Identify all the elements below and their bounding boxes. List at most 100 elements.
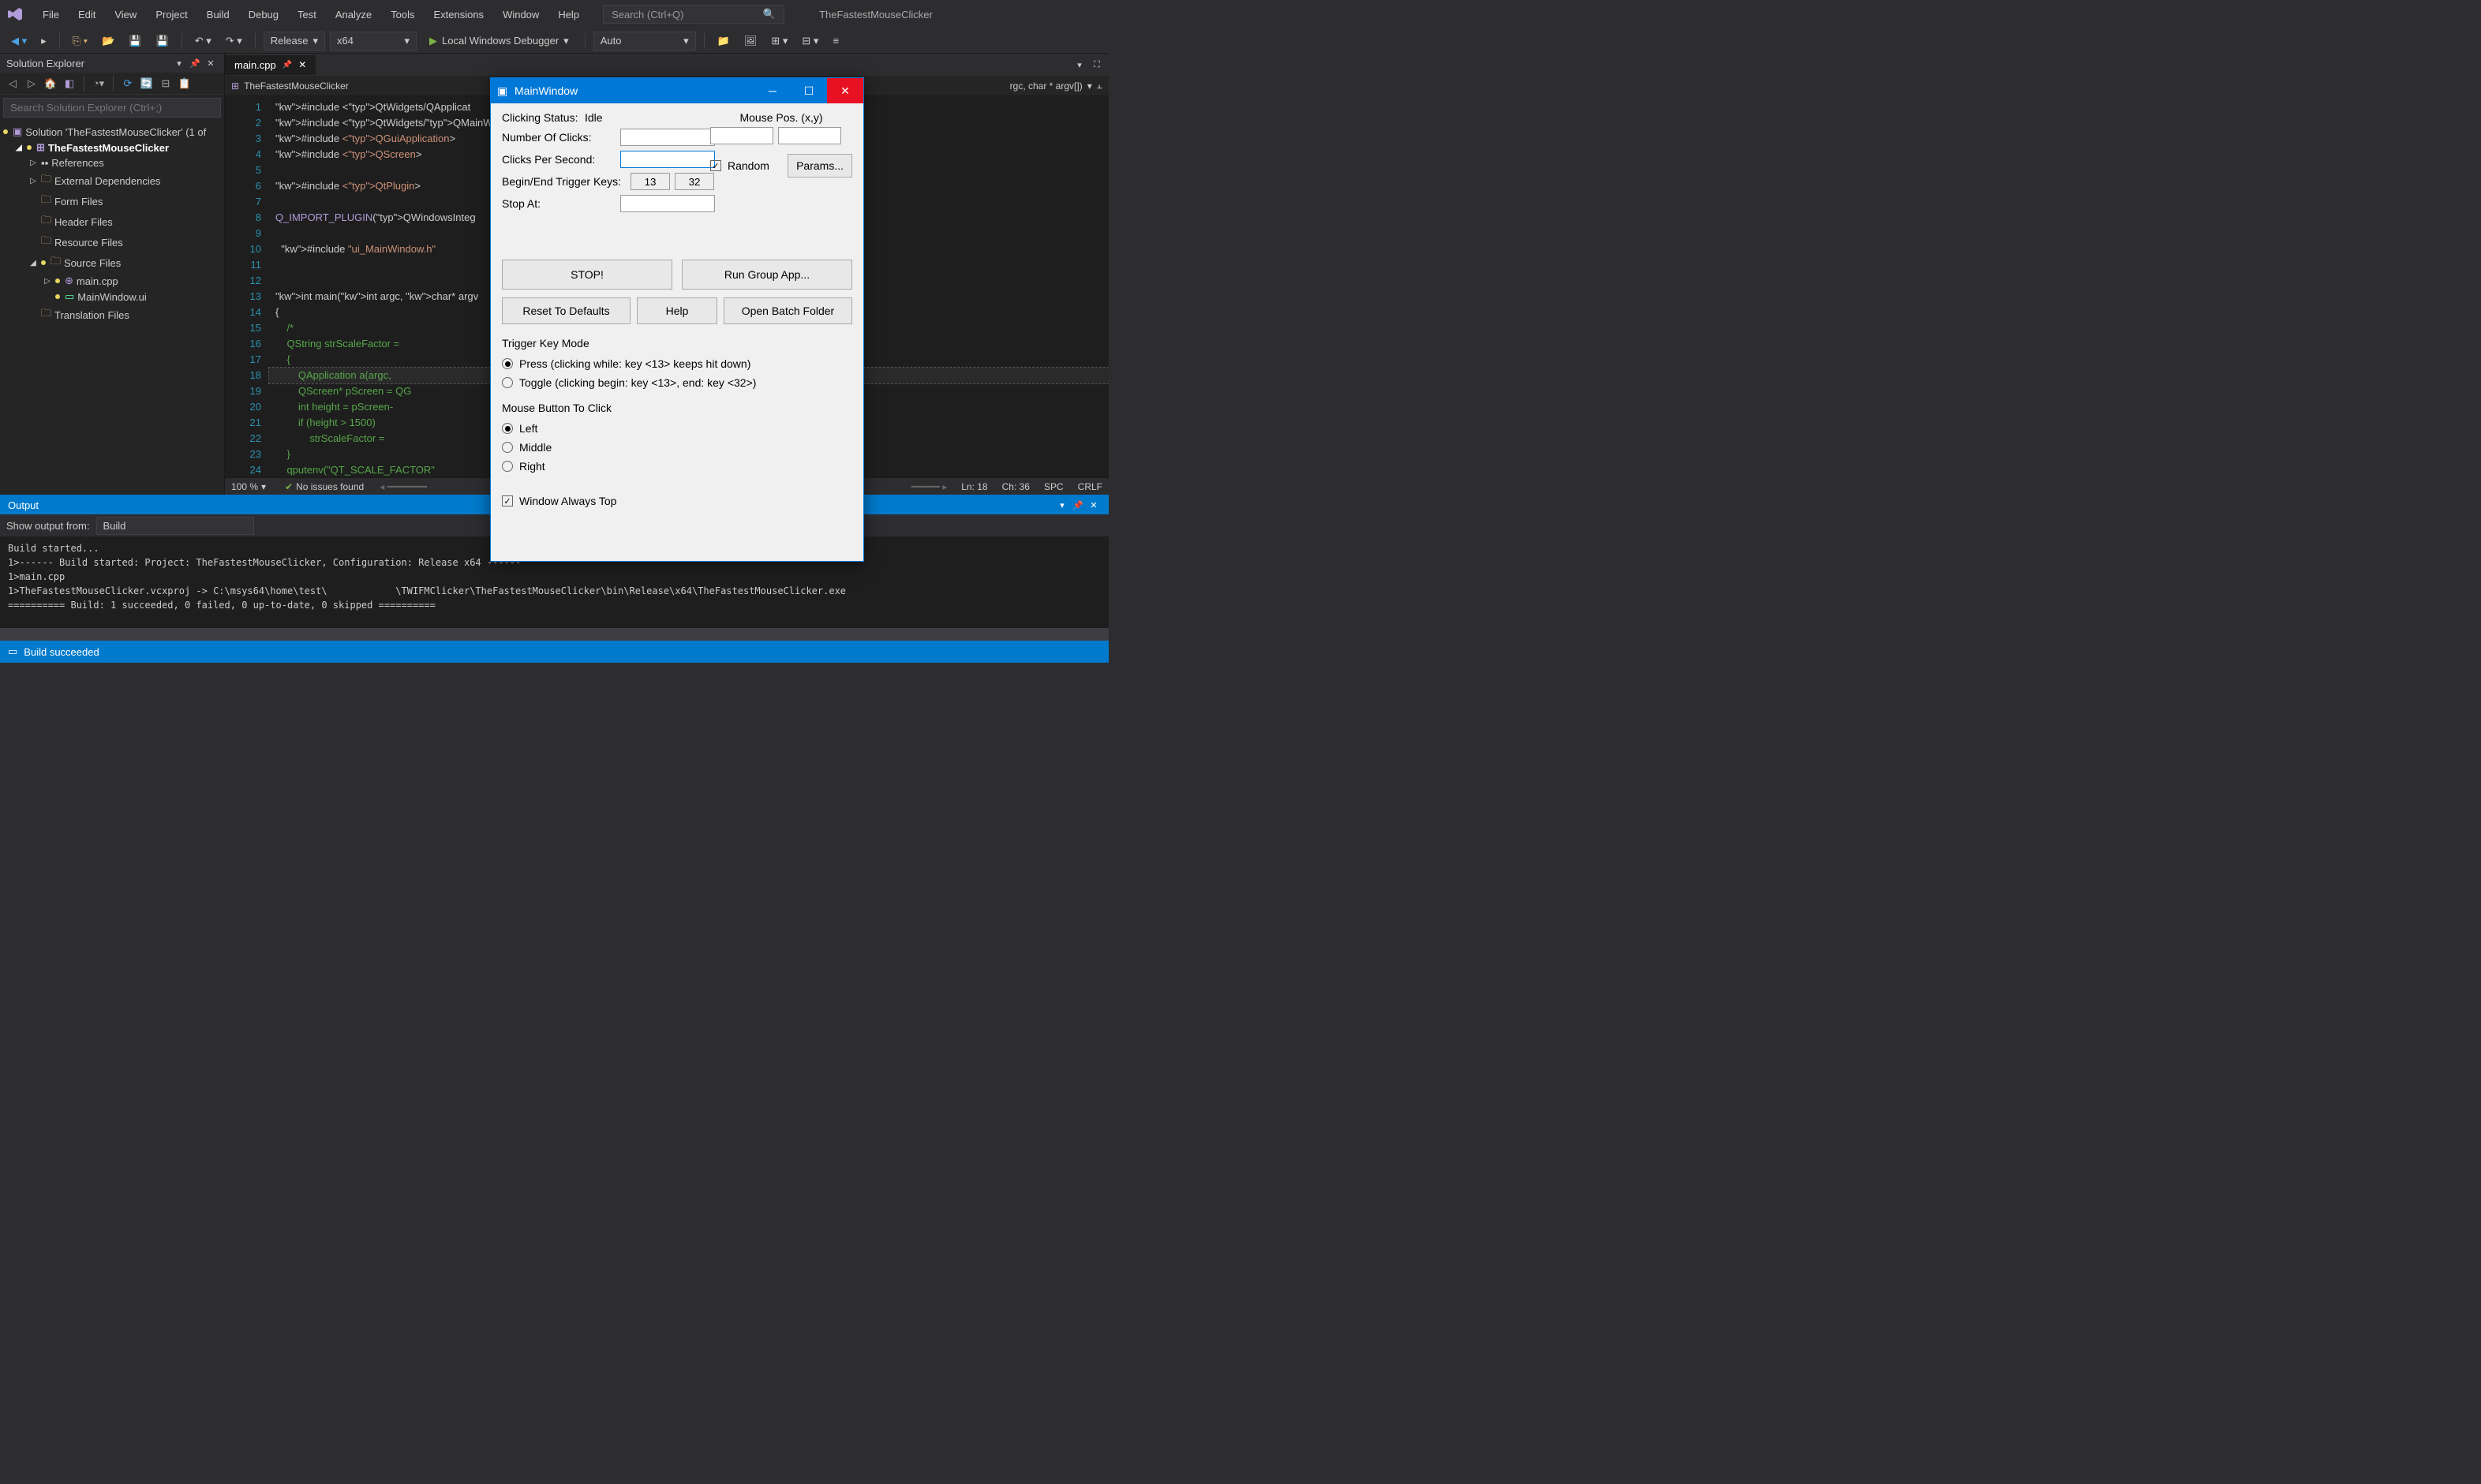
redo-button[interactable]: ↷ ▾ <box>221 32 247 50</box>
menu-tools[interactable]: Tools <box>383 6 422 24</box>
new-project-button[interactable]: ⎘ ▾ <box>68 32 92 50</box>
indent-mode[interactable]: SPC <box>1044 481 1064 492</box>
switch-views-icon[interactable]: ◧ <box>62 76 77 92</box>
toolbar-btn-4[interactable]: ⊟ ▾ <box>797 32 823 50</box>
tree-translation-files[interactable]: 🗀 Translation Files <box>0 305 224 325</box>
num-clicks-input[interactable] <box>620 129 715 146</box>
line-ending[interactable]: CRLF <box>1078 481 1102 492</box>
tree-project-node[interactable]: ◢ ⊞ TheFastestMouseClicker <box>0 140 224 155</box>
menu-edit[interactable]: Edit <box>70 6 103 24</box>
chevron-right-icon[interactable]: ▷ <box>28 159 38 168</box>
mouse-button-left[interactable]: Left <box>502 419 852 438</box>
params-button[interactable]: Params... <box>788 154 852 178</box>
menu-extensions[interactable]: Extensions <box>425 6 492 24</box>
mouse-x-input[interactable] <box>710 127 773 144</box>
close-icon[interactable]: ✕ <box>204 56 218 70</box>
dropdown-icon[interactable]: ▾ <box>1072 58 1087 72</box>
zoom-dropdown[interactable]: 100 %▾ <box>231 481 266 492</box>
close-icon[interactable]: ✕ <box>298 59 306 70</box>
tree-references[interactable]: ▷ ▪▪ References <box>0 155 224 170</box>
app-titlebar[interactable]: ▣ MainWindow ─ ☐ ✕ <box>491 78 863 103</box>
menu-window[interactable]: Window <box>495 6 547 24</box>
save-button[interactable]: 💾 <box>124 32 146 50</box>
maximize-button[interactable]: ☐ <box>791 78 827 103</box>
open-button[interactable]: 📂 <box>97 32 119 50</box>
menu-view[interactable]: View <box>107 6 144 24</box>
menu-test[interactable]: Test <box>290 6 324 24</box>
stop-at-input[interactable] <box>620 195 715 212</box>
breadcrumb-project[interactable]: TheFastestMouseClicker <box>244 80 349 92</box>
tree-resource-files[interactable]: 🗀 Resource Files <box>0 232 224 252</box>
issues-indicator[interactable]: ✔ No issues found <box>285 481 364 492</box>
solution-search-input[interactable] <box>3 98 221 118</box>
random-checkbox[interactable] <box>710 160 721 171</box>
trigger-mode-toggle[interactable]: Toggle (clicking begin: key <13>, end: k… <box>502 373 852 392</box>
stop-button[interactable]: STOP! <box>502 260 672 290</box>
menu-file[interactable]: File <box>35 6 67 24</box>
mouse-y-input[interactable] <box>778 127 841 144</box>
mouse-button-middle[interactable]: Middle <box>502 438 852 457</box>
fullscreen-icon[interactable]: ⛶ <box>1090 58 1104 72</box>
back-icon[interactable]: ◁ <box>5 76 21 92</box>
chevron-right-icon[interactable]: ▷ <box>43 276 52 286</box>
help-button[interactable]: Help <box>637 297 717 324</box>
chevron-down-icon[interactable]: ▾ <box>1087 80 1092 92</box>
start-debugging-button[interactable]: ▶ Local Windows Debugger ▾ <box>421 32 577 50</box>
tree-main-cpp[interactable]: ▷ ⊕ main.cpp <box>0 273 224 289</box>
toolbar-btn-5[interactable]: ≡ <box>828 32 844 49</box>
home-icon[interactable]: 🏠 <box>43 76 58 92</box>
tree-source-files[interactable]: ◢ 🗀 Source Files <box>0 252 224 273</box>
sync-icon[interactable]: ⟳ <box>120 76 136 92</box>
refresh-icon[interactable]: 🔄 <box>139 76 155 92</box>
run-group-button[interactable]: Run Group App... <box>682 260 852 290</box>
nav-back-button[interactable]: ◀ ▾ <box>6 32 32 50</box>
cps-input[interactable] <box>620 151 715 168</box>
menu-debug[interactable]: Debug <box>241 6 286 24</box>
pin-icon[interactable]: 📌 <box>283 61 292 69</box>
platform-dropdown[interactable]: x64▾ <box>330 32 417 50</box>
chevron-down-icon[interactable]: ◢ <box>28 258 38 267</box>
editor-tab-main-cpp[interactable]: main.cpp 📌 ✕ <box>225 55 316 75</box>
tree-mainwindow-ui[interactable]: ▭ MainWindow.ui <box>0 289 224 305</box>
undo-button[interactable]: ↶ ▾ <box>190 32 216 50</box>
dropdown-icon[interactable]: ▾ <box>1055 498 1069 512</box>
breadcrumb-scope[interactable]: rgc, char * argv[]) <box>1010 80 1083 92</box>
fwd-icon[interactable]: ▷ <box>24 76 39 92</box>
toolbar-btn-1[interactable]: 📁 <box>713 32 735 50</box>
menu-analyze[interactable]: Analyze <box>327 6 380 24</box>
menu-help[interactable]: Help <box>550 6 587 24</box>
dropdown-icon[interactable]: ▾ <box>172 56 186 70</box>
minimize-button[interactable]: ─ <box>754 78 791 103</box>
tree-external-deps[interactable]: ▷ 🗀 External Dependencies <box>0 170 224 191</box>
mouse-button-right[interactable]: Right <box>502 457 852 476</box>
open-batch-button[interactable]: Open Batch Folder <box>724 297 852 324</box>
toolbar-btn-2[interactable]: 🖼 <box>739 32 762 50</box>
menu-project[interactable]: Project <box>148 6 195 24</box>
output-scrollbar[interactable] <box>0 628 1109 641</box>
pin-icon[interactable]: 📌 <box>1071 498 1085 512</box>
save-all-button[interactable]: 💾 <box>152 32 174 50</box>
toolbar-btn-3[interactable]: ⊞ ▾ <box>766 32 792 50</box>
nav-fwd-button[interactable]: ▸ <box>36 32 51 50</box>
split-icon[interactable]: ⫠ <box>1097 80 1102 92</box>
always-top-row[interactable]: Window Always Top <box>502 492 852 510</box>
trigger-key-begin[interactable] <box>631 173 670 190</box>
close-icon[interactable]: ✕ <box>1087 498 1101 512</box>
trigger-mode-press[interactable]: Press (clicking while: key <13> keeps hi… <box>502 354 852 373</box>
collapse-icon[interactable]: ⊟ <box>158 76 174 92</box>
tree-header-files[interactable]: 🗀 Header Files <box>0 211 224 232</box>
pin-icon[interactable]: 📌 <box>188 56 202 70</box>
menu-build[interactable]: Build <box>199 6 238 24</box>
chevron-right-icon[interactable]: ▷ <box>28 176 38 185</box>
config-dropdown[interactable]: Release▾ <box>264 32 325 50</box>
quick-search[interactable]: Search (Ctrl+Q) 🔍 <box>603 5 784 24</box>
tree-form-files[interactable]: 🗀 Form Files <box>0 191 224 211</box>
debug-mode-dropdown[interactable]: Auto▾ <box>593 32 696 50</box>
tree-solution-node[interactable]: ▣ Solution 'TheFastestMouseClicker' (1 o… <box>0 124 224 140</box>
close-button[interactable]: ✕ <box>827 78 863 103</box>
filter-icon[interactable]: ◔▾ <box>91 76 107 92</box>
show-all-icon[interactable]: 📋 <box>177 76 193 92</box>
output-source-dropdown[interactable]: Build <box>96 517 254 535</box>
trigger-key-end[interactable] <box>675 173 714 190</box>
reset-button[interactable]: Reset To Defaults <box>502 297 631 324</box>
